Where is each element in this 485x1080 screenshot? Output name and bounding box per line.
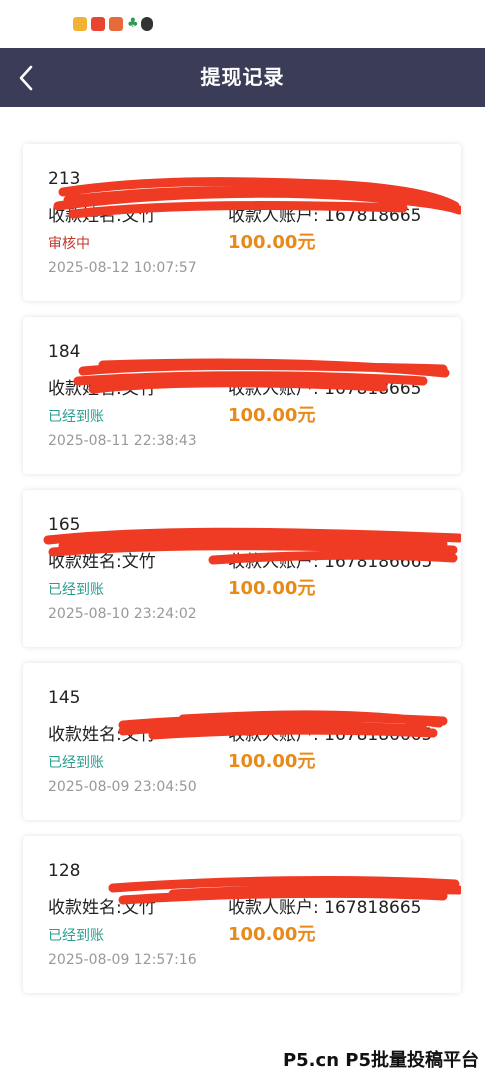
page-title: 提现记录 <box>200 65 285 89</box>
record-card[interactable]: 213 收款姓名:文竹 收款人账户: 167818665 审核中 100.00元… <box>23 144 461 301</box>
status-label: 已经到账 <box>48 409 104 425</box>
payee-name: 收款姓名:文竹 <box>48 206 156 226</box>
status-label: 已经到账 <box>48 928 104 944</box>
amount: 100.00元 <box>228 578 316 599</box>
notification-icons: ♣ <box>73 17 153 31</box>
payee-account: 收款人账户: 167818665 <box>228 898 422 918</box>
qq-icon <box>141 17 153 31</box>
payee-account: 收款人账户: 167818665 <box>228 379 422 399</box>
app-icon-yellow <box>73 17 87 31</box>
status-bar: ♣ <box>0 0 485 48</box>
amount: 100.00元 <box>228 751 316 772</box>
payee-name: 收款姓名:文竹 <box>48 725 156 745</box>
status-label: 已经到账 <box>48 582 104 598</box>
watermark: P5.cn P5批量投稿平台 <box>282 1050 479 1071</box>
amount: 100.00元 <box>228 924 316 945</box>
record-card[interactable]: 184 收款姓名:文竹 收款人账户: 167818665 已经到账 100.00… <box>23 317 461 474</box>
record-card[interactable]: 145 收款姓名:文竹 收款人账户: 1678186665 已经到账 100.0… <box>23 663 461 820</box>
record-card[interactable]: 128 收款姓名:文竹 收款人账户: 167818665 已经到账 100.00… <box>23 836 461 993</box>
leaf-icon: ♣ <box>127 16 139 31</box>
record-id: 165 <box>48 515 81 535</box>
timestamp: 2025-08-11 22:38:43 <box>48 433 197 449</box>
payee-name: 收款姓名:文竹 <box>48 552 156 572</box>
timestamp: 2025-08-10 23:24:02 <box>48 606 197 622</box>
timestamp: 2025-08-09 12:57:16 <box>48 952 197 968</box>
record-id: 145 <box>48 688 81 708</box>
app-icon-red <box>91 17 105 31</box>
record-card[interactable]: 165 收款姓名:文竹 收款人账户: 1678186665 已经到账 100.0… <box>23 490 461 647</box>
app-icon-orange <box>109 17 123 31</box>
header-bar: 提现记录 <box>0 48 485 107</box>
timestamp: 2025-08-09 23:04:50 <box>48 779 197 795</box>
status-label: 审核中 <box>48 236 90 252</box>
withdrawal-record-list: 213 收款姓名:文竹 收款人账户: 167818665 审核中 100.00元… <box>23 144 461 1009</box>
status-label: 已经到账 <box>48 755 104 771</box>
payee-name: 收款姓名:文竹 <box>48 379 156 399</box>
record-id: 128 <box>48 861 81 881</box>
payee-name: 收款姓名:文竹 <box>48 898 156 918</box>
amount: 100.00元 <box>228 405 316 426</box>
payee-account: 收款人账户: 167818665 <box>228 206 422 226</box>
amount: 100.00元 <box>228 232 316 253</box>
record-id: 213 <box>48 169 81 189</box>
record-id: 184 <box>48 342 81 362</box>
payee-account: 收款人账户: 1678186665 <box>228 552 433 572</box>
timestamp: 2025-08-12 10:07:57 <box>48 260 197 276</box>
payee-account: 收款人账户: 1678186665 <box>228 725 433 745</box>
